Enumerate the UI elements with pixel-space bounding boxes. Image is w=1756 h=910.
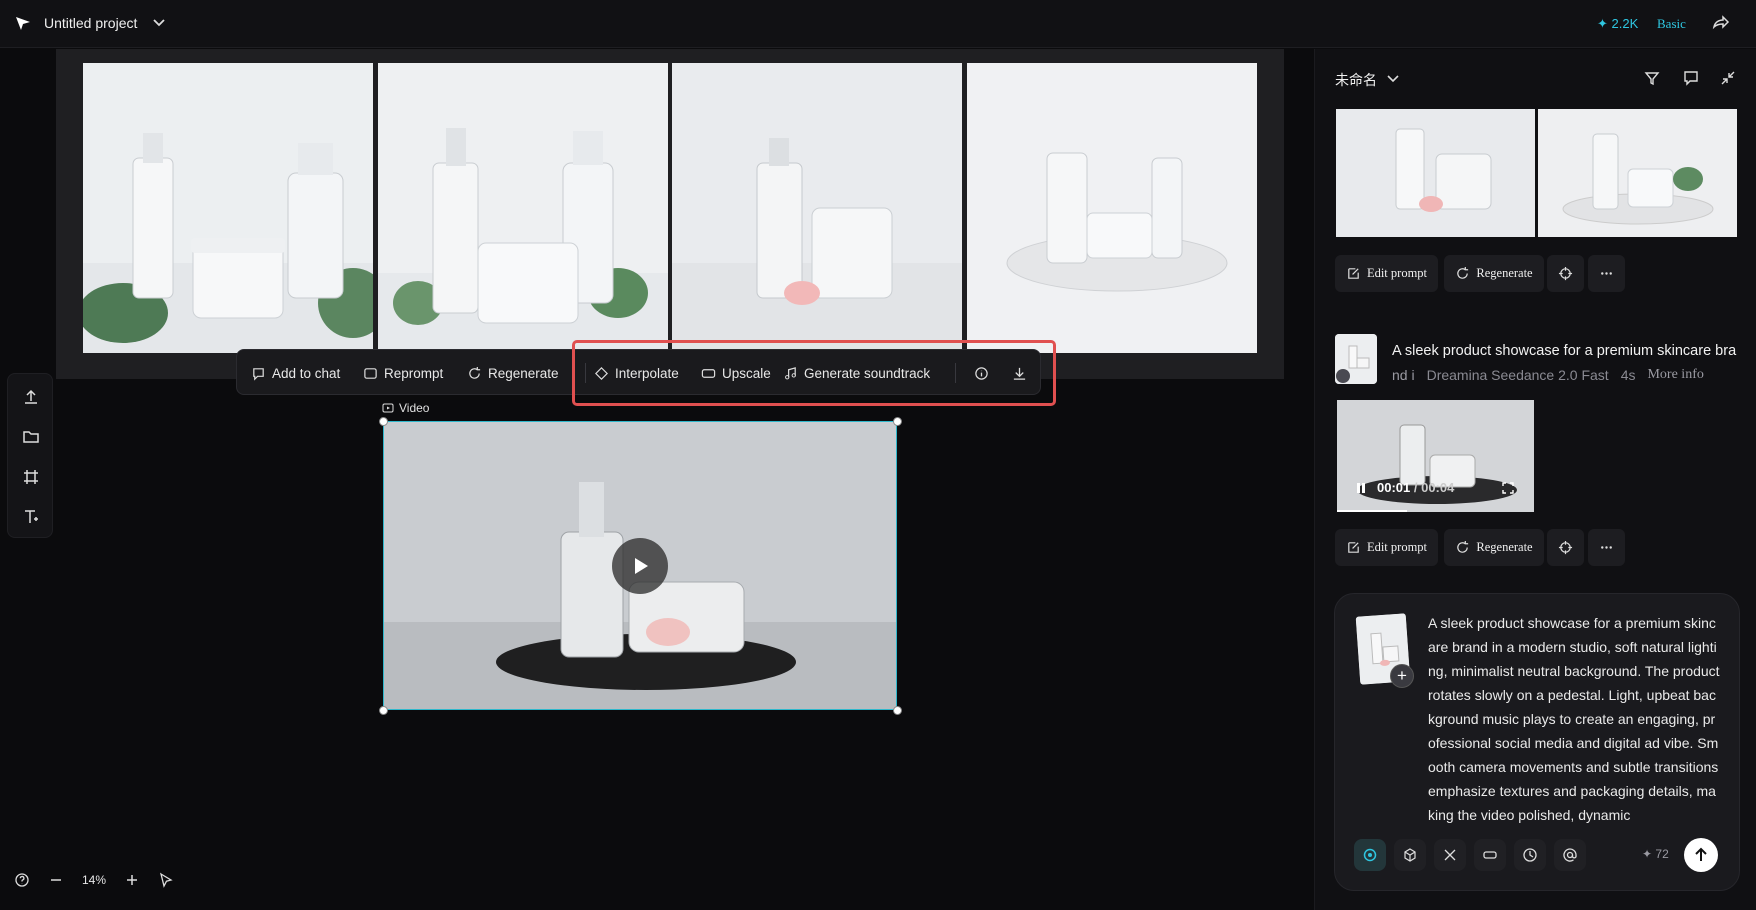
highlight-box — [572, 340, 1056, 406]
prompt-input[interactable]: A sleek product showcase for a premium s… — [1428, 611, 1720, 827]
video-icon — [382, 403, 394, 413]
add-to-chat-label: Add to chat — [272, 365, 341, 381]
zoom-out-icon[interactable] — [48, 872, 64, 888]
edit-icon — [1348, 542, 1359, 553]
comment-icon[interactable] — [1682, 69, 1700, 87]
resize-handle[interactable] — [379, 706, 388, 715]
folder-icon[interactable] — [21, 427, 41, 447]
add-reference-button[interactable]: + — [1390, 664, 1414, 688]
video-node-label: Video — [382, 401, 429, 415]
logo-icon[interactable] — [14, 14, 32, 32]
video-progress[interactable] — [1337, 510, 1407, 512]
more-button[interactable] — [1588, 255, 1625, 292]
reprompt-icon — [364, 367, 377, 379]
upload-icon[interactable] — [21, 387, 41, 407]
arrow-up-icon — [1695, 847, 1707, 861]
edit-prompt-button[interactable]: Edit prompt — [1335, 255, 1438, 292]
plan-badge[interactable]: Basic — [1657, 16, 1686, 32]
generated-image-3[interactable] — [672, 63, 962, 353]
video-node[interactable] — [383, 421, 897, 710]
generated-image-1[interactable] — [83, 63, 373, 353]
text-icon[interactable] — [21, 507, 41, 527]
zoom-controls: 14% — [14, 868, 174, 892]
edit-prompt-label: Edit prompt — [1366, 266, 1428, 280]
more-info-link[interactable]: More info — [1647, 367, 1703, 383]
resize-handle[interactable] — [893, 706, 902, 715]
chat-tool-mention[interactable] — [1554, 839, 1586, 871]
aspect-ratio-icon — [1483, 851, 1497, 859]
panel-title[interactable]: 未命名 — [1335, 70, 1377, 90]
fullscreen-icon[interactable] — [1502, 481, 1515, 494]
refresh-icon — [1457, 266, 1469, 279]
more-button[interactable] — [1588, 529, 1625, 566]
pause-icon[interactable] — [1355, 482, 1367, 494]
chat-tool-model[interactable] — [1394, 839, 1426, 871]
play-button[interactable] — [612, 538, 668, 594]
project-title[interactable]: Untitled project — [44, 15, 137, 31]
more-icon — [1601, 272, 1612, 275]
history-image-1[interactable] — [1336, 109, 1535, 237]
regenerate-label: Regenerate — [1476, 266, 1533, 280]
send-button[interactable] — [1684, 838, 1718, 872]
refresh-icon — [469, 366, 481, 379]
crosshair-button[interactable] — [1547, 529, 1584, 566]
generation-title-cont: nd i — [1392, 367, 1415, 383]
history-image-2[interactable] — [1538, 109, 1737, 237]
refresh-icon — [1457, 540, 1469, 553]
chat-add-icon — [253, 367, 264, 381]
resize-handle[interactable] — [893, 417, 902, 426]
at-icon — [1563, 848, 1577, 862]
video-controls: 00:01 / 00:04 — [1355, 480, 1515, 495]
reprompt-button[interactable]: Reprompt — [363, 362, 443, 384]
help-icon[interactable] — [14, 872, 30, 888]
top-bar: Untitled project ✦ 2.2K Basic — [0, 0, 1756, 48]
generated-image-4[interactable] — [967, 63, 1257, 353]
duration: 4s — [1620, 367, 1636, 383]
regenerate-button[interactable]: Regenerate — [467, 362, 559, 384]
chat-tool-ratio[interactable] — [1474, 839, 1506, 871]
play-icon — [635, 558, 648, 574]
chat-tool-duration[interactable] — [1514, 839, 1546, 871]
edit-prompt-button[interactable]: Edit prompt — [1335, 529, 1438, 566]
video-time: 00:01 / 00:04 — [1377, 480, 1455, 495]
left-toolbar — [7, 373, 53, 538]
crosshair-button[interactable] — [1547, 255, 1584, 292]
regenerate-button[interactable]: Regenerate — [1444, 529, 1544, 566]
zoom-in-icon[interactable] — [124, 872, 140, 888]
agent-icon — [1363, 848, 1377, 862]
video-label-text: Video — [399, 401, 430, 415]
more-icon — [1601, 546, 1612, 549]
crosshair-icon — [1558, 540, 1573, 555]
generated-video-preview[interactable] — [1337, 400, 1534, 512]
tools-icon — [1444, 849, 1456, 861]
chat-credit-cost: ✦ 72 — [1642, 847, 1669, 861]
cube-icon — [1404, 848, 1416, 862]
add-to-chat-button[interactable]: Add to chat — [251, 362, 340, 384]
generation-title: A sleek product showcase for a premium s… — [1392, 343, 1737, 359]
chat-tool-tools[interactable] — [1434, 839, 1466, 871]
generation-meta: nd i Dreamina Seedance 2.0 Fast 4s More … — [1392, 367, 1704, 383]
generation-thumbnail[interactable] — [1335, 334, 1377, 384]
regenerate-button[interactable]: Regenerate — [1444, 255, 1544, 292]
zoom-level: 14% — [82, 873, 107, 887]
credits-count[interactable]: ✦ 2.2K — [1597, 16, 1638, 32]
pointer-icon[interactable] — [158, 872, 174, 888]
resize-handle[interactable] — [379, 417, 388, 426]
edit-prompt-label: Edit prompt — [1366, 540, 1428, 554]
edit-icon — [1348, 268, 1359, 279]
generated-image-2[interactable] — [378, 63, 668, 353]
share-icon[interactable] — [1710, 13, 1730, 33]
filter-icon[interactable] — [1643, 69, 1661, 87]
chevron-down-icon[interactable] — [1385, 71, 1401, 87]
regenerate-label: Regenerate — [1476, 540, 1533, 554]
collapse-icon[interactable] — [1719, 69, 1737, 87]
reprompt-label: Reprompt — [384, 365, 444, 381]
model-name: Dreamina Seedance 2.0 Fast — [1426, 367, 1609, 383]
crosshair-icon — [1558, 266, 1573, 281]
regenerate-label: Regenerate — [488, 365, 559, 381]
frame-icon[interactable] — [21, 467, 41, 487]
chat-tool-agent[interactable] — [1354, 839, 1386, 871]
clock-icon — [1523, 848, 1537, 862]
chevron-down-icon[interactable] — [150, 14, 168, 32]
